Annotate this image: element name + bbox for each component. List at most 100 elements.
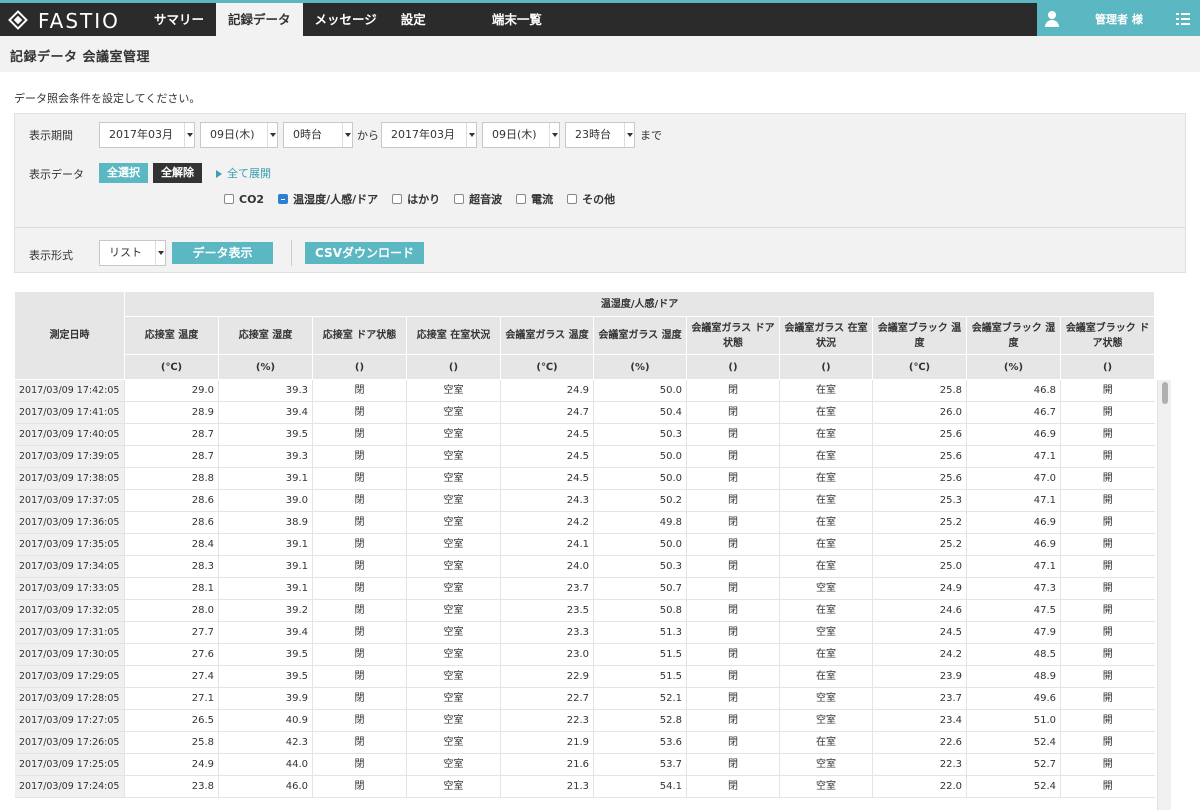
data-table: 測定日時 温湿度/人感/ドア 応接室 温度 応接室 湿度 応接室 ドア状態 応接室 在… xyxy=(14,291,1156,798)
table-cell: 51.3 xyxy=(593,621,687,644)
checkbox-temp-humidity-door[interactable]: 温湿度/人感/ドア xyxy=(278,191,378,207)
clear-all-button[interactable]: 全解除 xyxy=(153,163,202,183)
nav-messages[interactable]: メッセージ xyxy=(303,3,389,36)
nav-records[interactable]: 記録データ xyxy=(216,3,303,36)
user-menu[interactable]: 管理者 様 xyxy=(1037,3,1200,36)
table-cell: 48.5 xyxy=(966,643,1061,666)
checkbox-current[interactable]: 電流 xyxy=(516,191,553,207)
list-menu-icon[interactable] xyxy=(1176,13,1190,25)
table-cell: 39.1 xyxy=(218,533,313,556)
brand-logo[interactable]: FASTIO xyxy=(8,7,120,35)
scroll-thumb[interactable] xyxy=(1162,382,1168,404)
table-cell: 空室 xyxy=(406,489,501,512)
table-cell: 閉 xyxy=(312,643,407,666)
checkbox-ultrasonic[interactable]: 超音波 xyxy=(454,191,502,207)
show-data-button[interactable]: データ表示 xyxy=(172,242,273,264)
title-band: 記録データ 会議室管理 xyxy=(0,36,1200,72)
table-row: 2017/03/09 17:39:05 28.7 39.3 閉空室 24.5 50.0 閉在… xyxy=(14,445,1155,468)
to-month-select[interactable]: 2017年03月 xyxy=(381,122,477,148)
from-hour-select[interactable]: 0時台 xyxy=(283,122,353,148)
table-cell: 閉 xyxy=(686,709,780,732)
table-cell: 48.9 xyxy=(966,665,1061,688)
column-header: 応接室 温度 xyxy=(124,316,219,355)
table-cell: 50.3 xyxy=(593,555,687,578)
checkbox-scale[interactable]: はかり xyxy=(392,191,440,207)
table-cell: 28.6 xyxy=(124,489,219,512)
table-cell: 閉 xyxy=(686,665,780,688)
to-hour-select[interactable]: 23時台 xyxy=(565,122,635,148)
table-cell: 25.0 xyxy=(872,555,967,578)
table-cell: 26.5 xyxy=(124,709,219,732)
checkbox-box[interactable] xyxy=(392,194,403,204)
datetime-cell: 2017/03/09 17:37:05 xyxy=(14,489,125,512)
table-cell: 39.5 xyxy=(218,665,313,688)
csv-download-button[interactable]: CSVダウンロード xyxy=(305,242,424,264)
chevron-down-icon xyxy=(342,123,352,147)
checkbox-other[interactable]: その他 xyxy=(567,191,615,207)
table-cell: 46.8 xyxy=(966,379,1061,402)
table-row: 2017/03/09 17:27:05 26.5 40.9 閉空室 22.3 52.8 閉空… xyxy=(14,709,1155,732)
to-day-select[interactable]: 09日(木) xyxy=(482,122,560,148)
table-cell: 在室 xyxy=(779,423,873,446)
table-row: 2017/03/09 17:29:05 27.4 39.5 閉空室 22.9 51.5 閉在… xyxy=(14,665,1155,688)
table-cell: 在室 xyxy=(779,731,873,754)
table-cell: 26.0 xyxy=(872,401,967,424)
nav-settings[interactable]: 設定 xyxy=(389,3,438,36)
checkbox-co2[interactable]: CO2 xyxy=(224,191,264,207)
table-cell: 24.5 xyxy=(500,467,594,490)
nav-devices[interactable]: 端末一覧 xyxy=(480,3,554,36)
table-cell: 23.3 xyxy=(500,621,594,644)
table-cell: 24.5 xyxy=(500,445,594,468)
column-unit: () xyxy=(1059,354,1156,380)
format-value: リスト xyxy=(109,246,142,259)
format-select[interactable]: リスト xyxy=(99,240,166,266)
table-cell: 54.1 xyxy=(593,775,687,798)
table-cell: 28.1 xyxy=(124,577,219,600)
checkbox-box[interactable] xyxy=(567,194,578,204)
table-cell: 閉 xyxy=(686,731,780,754)
table-row: 2017/03/09 17:32:05 28.0 39.2 閉空室 23.5 50.8 閉在… xyxy=(14,599,1155,622)
checkbox-box[interactable] xyxy=(224,194,234,204)
datetime-cell: 2017/03/09 17:41:05 xyxy=(14,401,125,424)
checkbox-box[interactable] xyxy=(516,194,527,204)
table-cell: 空室 xyxy=(406,511,501,534)
table-cell: 52.4 xyxy=(966,775,1061,798)
table-cell: 開 xyxy=(1059,577,1155,600)
table-cell: 空室 xyxy=(779,709,873,732)
checkbox-label: 電流 xyxy=(531,193,554,206)
table-cell: 22.7 xyxy=(500,687,594,710)
table-cell: 25.8 xyxy=(872,379,967,402)
table-cell: 在室 xyxy=(779,665,873,688)
table-cell: 空室 xyxy=(779,753,873,776)
table-cell: 24.6 xyxy=(872,599,967,622)
from-day-select[interactable]: 09日(木) xyxy=(200,122,278,148)
table-cell: 28.7 xyxy=(124,445,219,468)
table-cell: 閉 xyxy=(686,643,780,666)
checkbox-box[interactable] xyxy=(454,194,465,204)
column-header: 会議室ガラス 湿度 xyxy=(593,316,687,355)
table-cell: 閉 xyxy=(312,709,407,732)
table-cell: 空室 xyxy=(406,533,501,556)
table-cell: 空室 xyxy=(406,731,501,754)
table-row: 2017/03/09 17:36:05 28.6 38.9 閉空室 24.2 49.8 閉在… xyxy=(14,511,1155,534)
column-unit: (℃) xyxy=(500,354,594,380)
table-cell: 52.4 xyxy=(966,731,1061,754)
table-cell: 24.5 xyxy=(500,423,594,446)
from-month-select[interactable]: 2017年03月 xyxy=(99,122,195,148)
table-cell: 39.3 xyxy=(218,445,313,468)
checkbox-label: CO2 xyxy=(239,192,265,206)
table-cell: 53.6 xyxy=(593,731,687,754)
nav-summary[interactable]: サマリー xyxy=(142,3,216,36)
column-unit: (℃) xyxy=(872,354,967,380)
table-cell: 閉 xyxy=(686,687,780,710)
table-scrollbar[interactable] xyxy=(1157,380,1171,810)
checkbox-partial-box[interactable] xyxy=(278,194,289,204)
expand-all-link[interactable]: 全て展開 xyxy=(216,165,271,181)
table-row: 2017/03/09 17:40:05 28.7 39.5 閉空室 24.5 50.3 閉在… xyxy=(14,423,1155,446)
table-cell: 閉 xyxy=(312,731,407,754)
table-cell: 閉 xyxy=(312,753,407,776)
table-cell: 47.1 xyxy=(966,555,1061,578)
table-cell: 開 xyxy=(1059,423,1155,446)
select-all-button[interactable]: 全選択 xyxy=(99,163,148,183)
table-cell: 53.7 xyxy=(593,753,687,776)
